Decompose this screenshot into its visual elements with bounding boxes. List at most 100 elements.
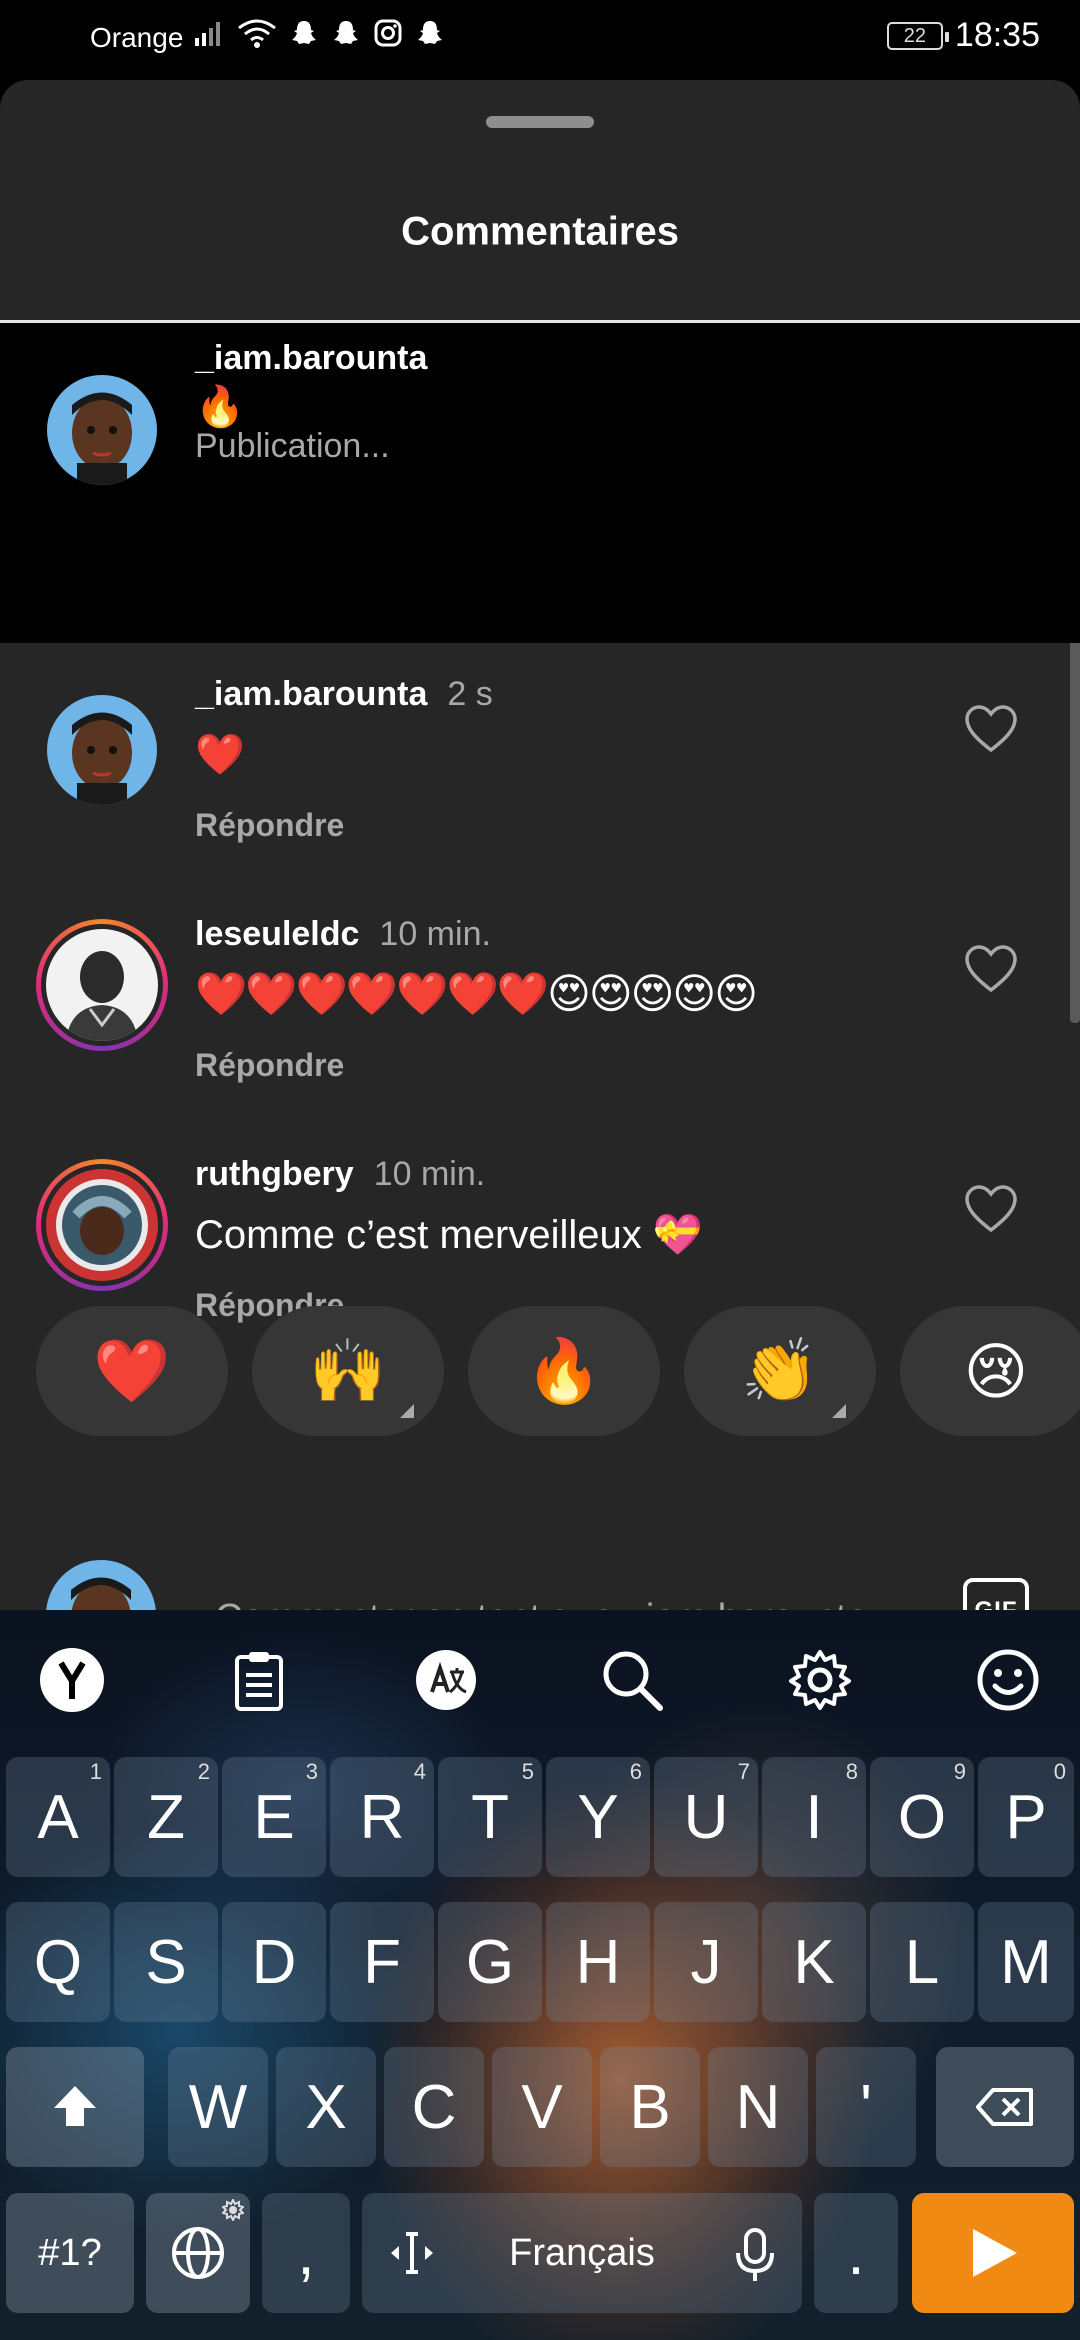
skin-tone-indicator-icon [400,1404,414,1418]
yandex-logo-icon[interactable] [38,1646,106,1714]
comment-timestamp: 10 min. [379,915,491,953]
period-key[interactable]: . [814,2193,898,2313]
key-p[interactable]: P0 [978,1757,1074,1877]
key-q[interactable]: Q [6,1902,110,2022]
comments-sheet: Commentaires _iam.barounta 🔥 Publication… [0,80,1080,1610]
key-hint: 8 [845,1759,858,1784]
status-icons [195,18,445,48]
key-o[interactable]: O9 [870,1757,974,1877]
gear-icon[interactable] [786,1646,854,1714]
story-ring[interactable] [36,1159,168,1291]
comment-username[interactable]: _iam.barounta [195,339,427,378]
key-apostrophe[interactable]: ' [816,2047,916,2167]
key-m[interactable]: M [978,1902,1074,2022]
key-y[interactable]: Y6 [546,1757,650,1877]
key-a[interactable]: A1 [6,1757,110,1877]
snapchat-icon [292,21,316,44]
heart-outline-icon[interactable] [964,704,1018,754]
reaction-raised-hands-button[interactable]: 🙌 [252,1306,444,1436]
settings-small-icon [222,2199,244,2221]
user-avatar-icon[interactable] [47,375,157,485]
key-hint: 4 [413,1759,426,1784]
user-avatar-icon[interactable] [46,1169,158,1281]
backspace-key[interactable] [936,2047,1074,2167]
key-g[interactable]: G [438,1902,542,2022]
keyboard: A1 Z2 E3 R4 T5 Y6 U7 I8 O9 P0 Q S D F G … [0,1610,1080,2340]
comment-username[interactable]: leseuleldc [195,915,359,953]
key-n[interactable]: N [708,2047,808,2167]
comment-input[interactable] [215,1590,915,1610]
translate-icon[interactable] [412,1646,480,1714]
battery-icon: 22 [886,21,949,50]
signal-icon [195,22,220,46]
status-right: 22 18:35 [886,16,1040,55]
avatar-frame [41,924,163,1046]
keyboard-toolbar [0,1610,1080,1750]
key-t[interactable]: T5 [438,1757,542,1877]
language-key[interactable] [146,2193,250,2313]
avatar-frame [41,1164,163,1286]
key-v[interactable]: V [492,2047,592,2167]
symbols-key[interactable]: #1? [6,2193,134,2313]
key-w[interactable]: W [168,2047,268,2167]
key-hint: 5 [521,1759,534,1784]
key-label: I [805,1782,823,1852]
sheet-drag-handle[interactable] [486,116,594,128]
key-l[interactable]: L [870,1902,974,2022]
key-j[interactable]: J [654,1902,758,2022]
key-k[interactable]: K [762,1902,866,2022]
search-icon[interactable] [598,1646,666,1714]
space-key[interactable]: Français [362,2193,802,2313]
key-r[interactable]: R4 [330,1757,434,1877]
key-c[interactable]: C [384,2047,484,2167]
emoji-icon[interactable] [974,1646,1042,1714]
key-e[interactable]: E3 [222,1757,326,1877]
reaction-emoji: 🙌 [309,1336,387,1406]
reaction-fire-button[interactable]: 🔥 [468,1306,660,1436]
gif-button[interactable]: GIF [963,1578,1029,1610]
heart-outline-icon[interactable] [964,1184,1018,1234]
clipboard-icon[interactable] [225,1646,293,1714]
shift-key[interactable] [6,2047,144,2167]
wifi-icon [238,19,276,48]
key-u[interactable]: U7 [654,1757,758,1877]
reaction-crying-button[interactable]: 😢 [900,1306,1080,1436]
story-ring[interactable] [36,919,168,1051]
reaction-heart-button[interactable]: ❤️ [36,1306,228,1436]
comment-timestamp: 2 s [447,675,493,713]
user-avatar-icon[interactable] [47,695,157,805]
key-label: U [683,1782,729,1852]
instagram-icon [374,19,402,47]
skin-tone-indicator-icon [832,1404,846,1418]
user-avatar-icon [46,1560,156,1610]
key-s[interactable]: S [114,1902,218,2022]
reply-button[interactable]: Répondre [195,1047,344,1084]
key-hint: 0 [1053,1759,1066,1784]
key-b[interactable]: B [600,2047,700,2167]
comment-username[interactable]: ruthgbery [195,1155,354,1193]
key-hint: 2 [197,1759,210,1784]
key-i[interactable]: I8 [762,1757,866,1877]
comment-text: Comme c’est merveilleux 💝 [195,1213,703,1257]
key-label: R [359,1782,405,1852]
comment-header: ruthgbery 10 min. [195,1155,485,1194]
key-x[interactable]: X [276,2047,376,2167]
comment-username[interactable]: _iam.barounta [195,675,427,713]
key-f[interactable]: F [330,1902,434,2022]
reaction-clap-button[interactable]: 👏 [684,1306,876,1436]
reaction-emoji: 👏 [741,1336,819,1406]
reply-button[interactable]: Répondre [195,807,344,844]
key-hint: 6 [629,1759,642,1784]
key-h[interactable]: H [546,1902,650,2022]
user-avatar-icon[interactable] [46,929,158,1041]
status-bar: Orange 22 18:35 [0,0,1080,80]
key-d[interactable]: D [222,1902,326,2022]
send-arrow-icon [973,2229,1017,2277]
key-label: P [1005,1782,1047,1852]
heart-outline-icon[interactable] [964,944,1018,994]
key-label: O [897,1782,947,1852]
key-z[interactable]: Z2 [114,1757,218,1877]
comment-header: _iam.barounta 2 s [195,675,493,714]
send-key[interactable] [912,2193,1074,2313]
comma-key[interactable]: , [262,2193,350,2313]
